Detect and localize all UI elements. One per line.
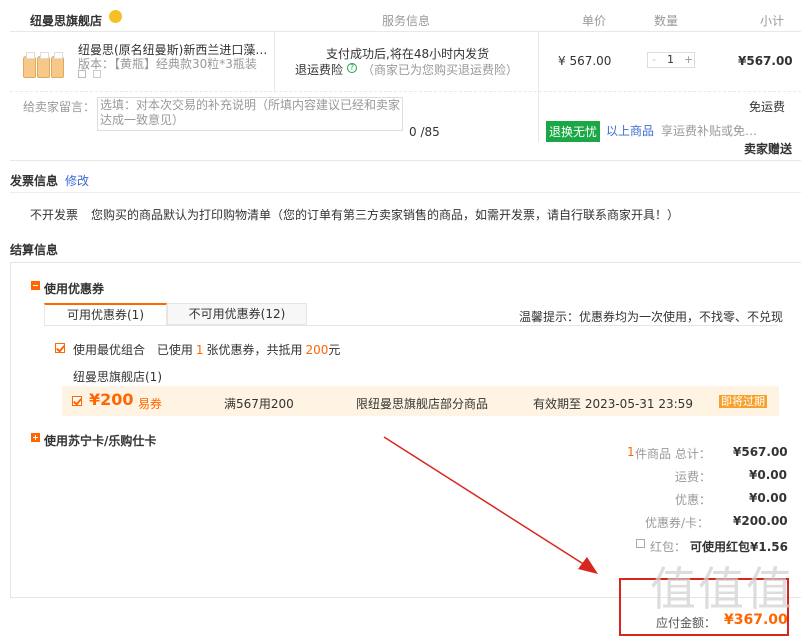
annotation-arrow-icon <box>383 436 598 574</box>
watermark-logo-icon: 值值值 <box>650 562 794 616</box>
